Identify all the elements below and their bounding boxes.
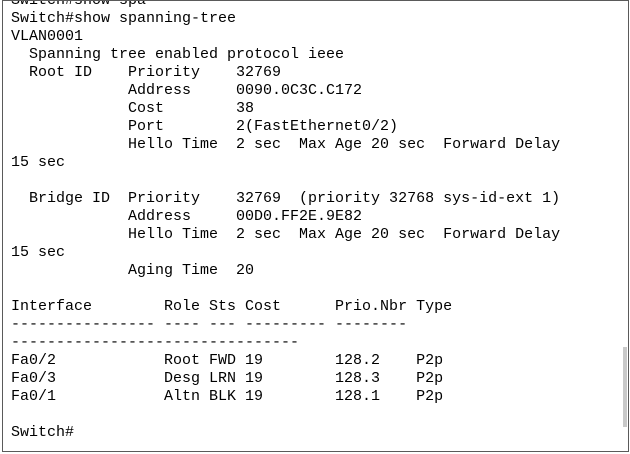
terminal-line: Switch#show spa — [11, 0, 147, 9]
terminal-line: 15 sec — [11, 244, 66, 261]
terminal-line: Fa0/3 Desg LRN 19 128.3 P2p — [11, 370, 444, 387]
terminal-line: Fa0/1 Altn BLK 19 128.1 P2p — [11, 388, 444, 405]
terminal-line: ---------------- ---- --- --------- ----… — [11, 316, 408, 333]
terminal-line: Address 00D0.FF2E.9E82 — [11, 208, 363, 225]
terminal-line: Cost 38 — [11, 100, 255, 117]
terminal-line: Aging Time 20 — [11, 262, 255, 279]
terminal-window[interactable]: Switch#show spa Switch#show spanning-tree… — [2, 0, 629, 452]
terminal-line: Spanning tree enabled protocol ieee — [11, 46, 345, 63]
terminal-line: Interface Role Sts Cost Prio.Nbr Type — [11, 298, 453, 315]
terminal-prompt[interactable]: Switch# — [11, 424, 560, 442]
terminal-line: Hello Time 2 sec Max Age 20 sec Forward … — [11, 136, 561, 153]
terminal-line: Address 0090.0C3C.C172 — [11, 82, 363, 99]
terminal-line: 15 sec — [11, 154, 66, 171]
terminal-line: -------------------------------- — [11, 334, 300, 351]
terminal-line: Hello Time 2 sec Max Age 20 sec Forward … — [11, 226, 561, 243]
terminal-line: VLAN0001 — [11, 28, 84, 45]
terminal-line: Fa0/2 Root FWD 19 128.2 P2p — [11, 352, 444, 369]
terminal-line: Root ID Priority 32769 — [11, 64, 282, 81]
terminal-line: Port 2(FastEthernet0/2) — [11, 118, 399, 135]
terminal-output[interactable]: Switch#show spa Switch#show spanning-tree… — [11, 0, 561, 442]
vertical-scrollbar[interactable] — [623, 347, 627, 427]
terminal-line: Switch#show spanning-tree — [11, 10, 237, 27]
terminal-line: Bridge ID Priority 32769 (priority 32768… — [11, 190, 561, 207]
